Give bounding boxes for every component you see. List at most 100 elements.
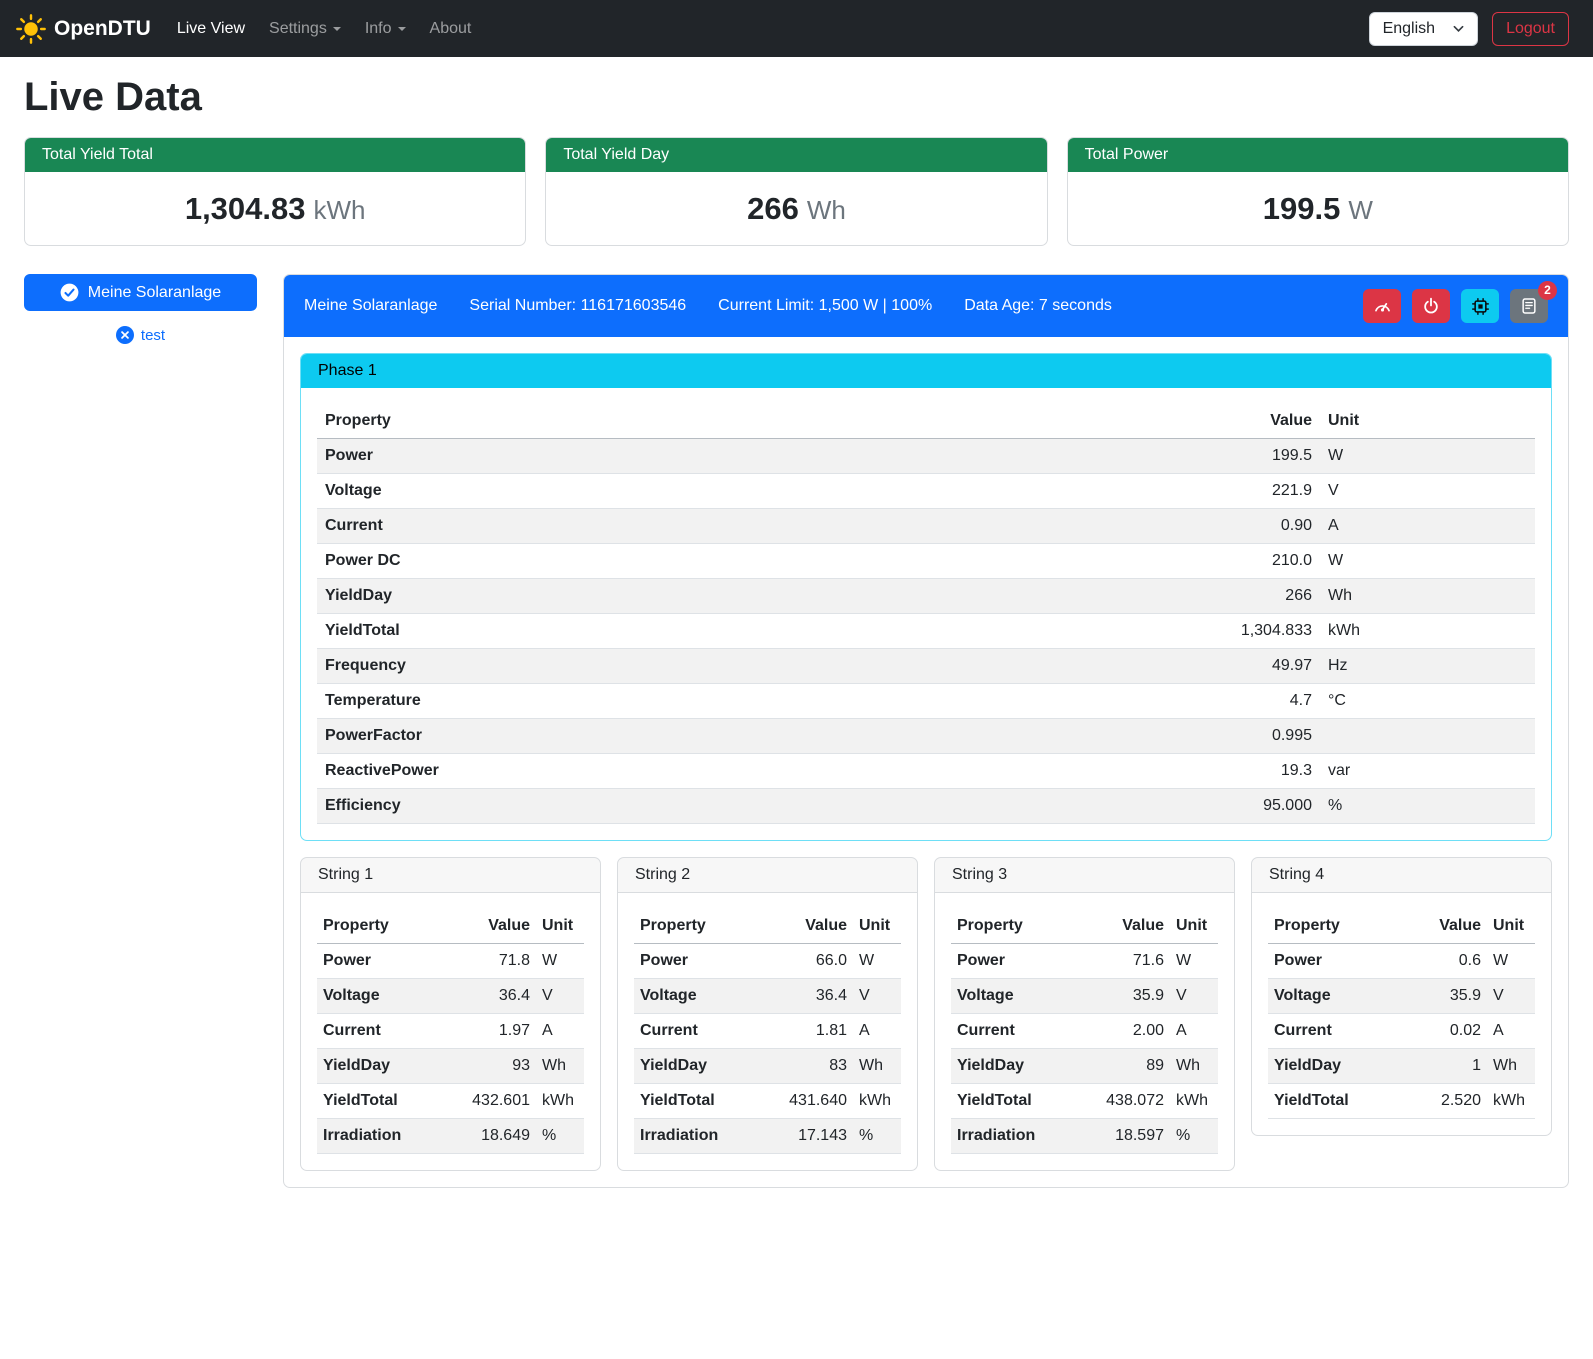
logout-button[interactable]: Logout — [1492, 12, 1569, 46]
table-header-row: Property Value Unit — [951, 909, 1218, 944]
table-row: Power66.0W — [634, 944, 901, 979]
unit-cell: W — [1320, 544, 1535, 579]
table-row: Irradiation18.597% — [951, 1119, 1218, 1154]
property-cell: ReactivePower — [317, 754, 917, 789]
nav-item-about[interactable]: About — [418, 12, 484, 46]
property-cell: YieldTotal — [317, 614, 917, 649]
property-cell: YieldDay — [317, 579, 917, 614]
value-cell: 4.7 — [917, 684, 1320, 719]
column-header-value: Value — [917, 404, 1320, 439]
table-row: YieldTotal2.520kWh — [1268, 1084, 1535, 1119]
string-title: String 2 — [618, 858, 917, 893]
x-circle-icon[interactable] — [116, 326, 134, 344]
column-header-unit: Unit — [853, 909, 901, 944]
unit-cell: Wh — [536, 1049, 584, 1084]
table-row: YieldTotal431.640kWh — [634, 1084, 901, 1119]
summary-card-title: Total Power — [1068, 138, 1568, 172]
power-toggle-button[interactable] — [1412, 289, 1450, 323]
column-header-property: Property — [317, 909, 440, 944]
column-header-unit: Unit — [1487, 909, 1535, 944]
inverter-serial: Serial Number: 116171603546 — [469, 297, 686, 315]
unit-cell: % — [1170, 1119, 1218, 1154]
column-header-property: Property — [1268, 909, 1403, 944]
value-cell: 36.4 — [440, 979, 536, 1014]
check-circle-icon — [60, 283, 79, 302]
string-table: Property Value Unit Power71.6WVoltage35.… — [951, 909, 1218, 1154]
column-header-value: Value — [1403, 909, 1487, 944]
tag-label: test — [141, 327, 165, 344]
summary-card-total-yield-total: Total Yield Total 1,304.83kWh — [24, 137, 526, 246]
unit-cell: W — [1487, 944, 1535, 979]
summary-card-title: Total Yield Total — [25, 138, 525, 172]
table-row: YieldTotal1,304.833kWh — [317, 614, 1535, 649]
property-cell: YieldTotal — [1268, 1084, 1403, 1119]
column-header-value: Value — [757, 909, 853, 944]
language-select[interactable]: English — [1369, 12, 1478, 46]
unit-cell: Hz — [1320, 649, 1535, 684]
value-cell: 35.9 — [1403, 979, 1487, 1014]
unit-cell: °C — [1320, 684, 1535, 719]
value-cell: 1.97 — [440, 1014, 536, 1049]
unit-cell: V — [536, 979, 584, 1014]
journal-icon — [1520, 297, 1538, 315]
value-cell: 19.3 — [917, 754, 1320, 789]
nav-item-settings[interactable]: Settings — [257, 12, 353, 46]
tag-row: test — [24, 326, 257, 344]
nav-item-live-view[interactable]: Live View — [165, 12, 257, 46]
property-cell: Efficiency — [317, 789, 917, 824]
unit-cell: W — [853, 944, 901, 979]
unit-cell: Wh — [1487, 1049, 1535, 1084]
string-title: String 3 — [935, 858, 1234, 893]
inverter-header: Meine Solaranlage Serial Number: 1161716… — [284, 275, 1568, 337]
chevron-down-icon — [1453, 25, 1464, 33]
table-body: Power71.6WVoltage35.9VCurrent2.00AYieldD… — [951, 944, 1218, 1154]
unit-cell: % — [1320, 789, 1535, 824]
table-body: Power71.8WVoltage36.4VCurrent1.97AYieldD… — [317, 944, 584, 1154]
table-row: Voltage35.9V — [1268, 979, 1535, 1014]
summary-cards-row: Total Yield Total 1,304.83kWh Total Yiel… — [24, 137, 1569, 246]
string-table: Property Value Unit Power71.8WVoltage36.… — [317, 909, 584, 1154]
speedometer-icon — [1373, 297, 1392, 316]
string-card-4: String 4 Property Value Unit — [1251, 857, 1552, 1136]
brand[interactable]: OpenDTU — [16, 14, 151, 44]
property-cell: Power — [1268, 944, 1403, 979]
device-info-button[interactable] — [1461, 289, 1499, 323]
inverter-name: Meine Solaranlage — [304, 297, 437, 315]
value-cell: 93 — [440, 1049, 536, 1084]
unit-cell: A — [1320, 509, 1535, 544]
limit-settings-button[interactable] — [1363, 289, 1401, 323]
navbar-right: English Logout — [1369, 12, 1569, 46]
unit-cell: W — [1320, 439, 1535, 474]
inverter-current-limit: Current Limit: 1,500 W | 100% — [718, 297, 932, 315]
inverter-actions: 2 — [1363, 289, 1548, 323]
value-cell: 2.520 — [1403, 1084, 1487, 1119]
property-cell: Voltage — [634, 979, 757, 1014]
summary-card-title: Total Yield Day — [546, 138, 1046, 172]
unit-cell: A — [1170, 1014, 1218, 1049]
column-header-unit: Unit — [536, 909, 584, 944]
table-header-row: Property Value Unit — [317, 909, 584, 944]
chevron-down-icon — [398, 27, 406, 31]
property-cell: Power DC — [317, 544, 917, 579]
property-cell: Irradiation — [951, 1119, 1074, 1154]
table-row: Current0.02A — [1268, 1014, 1535, 1049]
unit-cell: V — [1487, 979, 1535, 1014]
string-card-1: String 1 Property Value Unit — [300, 857, 601, 1171]
inverter-body: Phase 1 Property Value Unit Power199.5WV… — [284, 337, 1568, 1187]
value-cell: 0.6 — [1403, 944, 1487, 979]
column-header-unit: Unit — [1170, 909, 1218, 944]
property-cell: Power — [317, 439, 917, 474]
summary-card-value: 1,304.83 — [185, 191, 306, 226]
property-cell: Frequency — [317, 649, 917, 684]
value-cell: 36.4 — [757, 979, 853, 1014]
unit-cell: W — [1170, 944, 1218, 979]
event-log-button[interactable]: 2 — [1510, 289, 1548, 323]
table-row: YieldDay1Wh — [1268, 1049, 1535, 1084]
value-cell: 83 — [757, 1049, 853, 1084]
nav-item-info[interactable]: Info — [353, 12, 418, 46]
inverter-select-label: Meine Solaranlage — [88, 284, 221, 302]
value-cell: 89 — [1074, 1049, 1170, 1084]
inverter-select-button[interactable]: Meine Solaranlage — [24, 274, 257, 311]
table-row: YieldDay266Wh — [317, 579, 1535, 614]
summary-card-total-power: Total Power 199.5W — [1067, 137, 1569, 246]
